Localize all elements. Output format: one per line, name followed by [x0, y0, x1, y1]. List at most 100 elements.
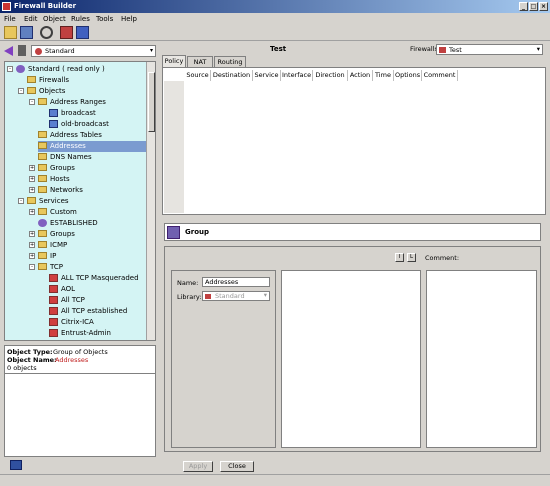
tree-item[interactable]: - Standard ( read only ) — [5, 64, 145, 75]
apply-button[interactable]: Apply — [183, 461, 213, 472]
tree-item-label: ESTABLISHED — [50, 219, 98, 227]
tree-item-label: broadcast — [61, 109, 96, 117]
tree-item[interactable]: Entrust-Admin — [5, 328, 145, 339]
tree-item[interactable]: + Hosts — [5, 174, 145, 185]
menu-file[interactable]: File — [4, 15, 16, 23]
tree-scrollbar[interactable] — [146, 62, 155, 340]
library-select[interactable]: Standard ▾ — [31, 45, 156, 57]
tree-item-label: Address Tables — [50, 131, 102, 139]
name-field[interactable]: Addresses — [202, 277, 270, 287]
minimize-button[interactable]: _ — [519, 2, 528, 11]
tree-item[interactable]: - Address Ranges — [5, 97, 145, 108]
collapse-icon[interactable]: - — [18, 88, 24, 94]
compile-icon[interactable] — [60, 26, 73, 39]
expand-icon[interactable]: + — [29, 242, 35, 248]
tree-item-label: DNS Names — [50, 153, 92, 161]
tree-item[interactable]: All TCP established — [5, 306, 145, 317]
firewall-select[interactable]: Test ▾ — [436, 44, 543, 55]
tree-item[interactable]: old-broadcast — [5, 119, 145, 130]
tcp-service-icon — [49, 285, 58, 293]
firewall-select-value: Test — [449, 46, 462, 54]
firewall-icon — [439, 47, 446, 53]
tab-routing[interactable]: Routing — [214, 56, 246, 67]
tree-toggle-icon[interactable] — [10, 460, 22, 470]
close-window-button[interactable]: × — [539, 2, 548, 11]
tree-item[interactable]: ALL TCP Masqueraded — [5, 273, 145, 284]
group-members-list[interactable] — [281, 270, 421, 448]
install-icon[interactable] — [76, 26, 89, 39]
column-header[interactable]: Comment — [422, 70, 458, 81]
back-arrow-icon[interactable] — [4, 46, 13, 56]
column-header[interactable]: Service — [253, 70, 281, 81]
expand-icon[interactable]: + — [29, 165, 35, 171]
collapse-icon[interactable]: - — [29, 264, 35, 270]
tree-item[interactable]: + IP — [5, 251, 145, 262]
folder-icon — [38, 208, 47, 215]
bookmark-icon[interactable] — [18, 45, 26, 56]
column-header[interactable]: Source — [185, 70, 211, 81]
collapse-icon[interactable]: - — [29, 99, 35, 105]
collapse-icon[interactable]: - — [7, 66, 13, 72]
column-header[interactable]: Options — [394, 70, 422, 81]
list-view-button[interactable]: L — [407, 253, 416, 262]
menu-object[interactable]: Object — [43, 15, 66, 23]
open-icon[interactable] — [4, 26, 17, 39]
folder-icon — [38, 131, 47, 138]
library-field-value: Standard — [215, 292, 245, 300]
title-bar: Firewall Builder _ □ × — [0, 0, 550, 13]
library-field[interactable]: Standard ▾ — [202, 291, 270, 301]
object-count: 0 objects — [7, 364, 37, 372]
tree-item[interactable]: + ICMP — [5, 240, 145, 251]
tree-item[interactable]: All TCP — [5, 295, 145, 306]
tree-item[interactable]: broadcast — [5, 108, 145, 119]
firewall-title: Test — [270, 45, 287, 53]
tab-policy[interactable]: Policy — [162, 55, 186, 67]
expand-icon[interactable]: + — [29, 209, 35, 215]
collapse-icon[interactable]: - — [18, 198, 24, 204]
find-icon[interactable] — [40, 26, 53, 39]
menu-rules[interactable]: Rules — [71, 15, 90, 23]
menu-help[interactable]: Help — [121, 15, 137, 23]
close-button[interactable]: Close — [220, 461, 254, 472]
tree-item-label: Custom — [50, 208, 77, 216]
tree-item[interactable]: Addresses — [38, 141, 146, 152]
column-header[interactable]: Direction — [313, 70, 348, 81]
tree-item[interactable]: - Objects — [5, 86, 145, 97]
library-label: Library: — [177, 293, 202, 301]
column-header[interactable]: Action — [348, 70, 373, 81]
folder-icon — [38, 164, 47, 171]
save-icon[interactable] — [20, 26, 33, 39]
icon-view-button[interactable]: I — [395, 253, 404, 262]
menu-edit[interactable]: Edit — [24, 15, 38, 23]
tree-item[interactable]: + Networks — [5, 185, 145, 196]
tree-item[interactable]: DNS Names — [5, 152, 145, 163]
tree-item[interactable]: Firewalls — [5, 75, 145, 86]
maximize-button[interactable]: □ — [529, 2, 538, 11]
address-range-icon — [49, 109, 58, 117]
tree-item[interactable]: ESTABLISHED — [5, 218, 145, 229]
tab-nat[interactable]: NAT — [187, 56, 213, 67]
expand-icon[interactable]: + — [29, 176, 35, 182]
scrollbar-thumb[interactable] — [148, 72, 155, 132]
tree-item[interactable]: Citrix-ICA — [5, 317, 145, 328]
tree-item[interactable]: + Groups — [5, 229, 145, 240]
tree-item[interactable]: + Groups — [5, 163, 145, 174]
tree-item[interactable]: Address Tables — [5, 130, 145, 141]
policy-table[interactable]: Source Destination Service Interface Dir… — [162, 67, 546, 215]
tree-item[interactable]: - TCP — [5, 262, 145, 273]
tree-item-label: Hosts — [50, 175, 70, 183]
object-tree[interactable]: - Standard ( read only ) Firewalls - Objects… — [4, 61, 156, 341]
comment-textarea[interactable] — [426, 270, 537, 448]
tree-item[interactable]: - Services — [5, 196, 145, 207]
column-header[interactable]: Destination — [211, 70, 253, 81]
expand-icon[interactable]: + — [29, 187, 35, 193]
column-header[interactable]: Interface — [281, 70, 313, 81]
tree-item[interactable]: AOL — [5, 284, 145, 295]
menu-tools[interactable]: Tools — [96, 15, 113, 23]
column-header[interactable]: Time — [373, 70, 394, 81]
expand-icon[interactable]: + — [29, 253, 35, 259]
folder-icon — [38, 186, 47, 193]
expand-icon[interactable]: + — [29, 231, 35, 237]
menu-bar: File Edit Object Rules Tools Help — [0, 13, 550, 25]
tree-item[interactable]: + Custom — [5, 207, 145, 218]
